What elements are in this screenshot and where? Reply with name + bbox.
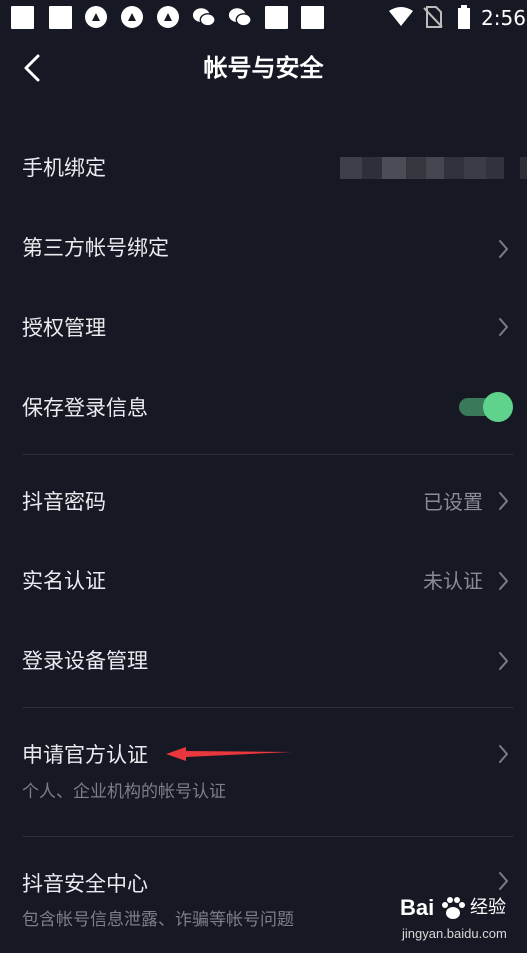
notification-square-icon [300,5,324,29]
watermark-logo: Bai [400,895,435,920]
chevron-right-icon [499,652,508,670]
verification-status: 未认证 [423,569,483,593]
row-third-party-binding[interactable]: 第三方帐号绑定 [0,208,527,288]
paw-icon [442,897,465,919]
page-title: 帐号与安全 [203,54,324,82]
wechat-icon [192,5,216,29]
row-real-name-verification[interactable]: 实名认证 未认证 [0,542,527,622]
row-label: 授权管理 [22,316,106,340]
account-security-screen: 2:56 帐号与安全 手机绑定 第三方帐号绑定 授权管理 保存登录信息 抖音密码… [0,0,527,953]
wifi-icon [389,5,413,29]
app-circle-icon [84,5,108,29]
row-subtitle: 包含帐号信息泄露、诈骗等帐号问题 [22,910,294,930]
chevron-right-icon [499,240,508,258]
row-label: 实名认证 [22,569,106,593]
divider [22,707,514,708]
row-save-login-info: 保存登录信息 [0,368,527,452]
watermark-url: jingyan.baidu.com [402,926,507,941]
notification-square-icon [264,5,288,29]
row-subtitle: 个人、企业机构的帐号认证 [22,782,226,802]
chevron-right-icon [499,745,508,763]
annotation-arrow [166,747,292,761]
row-login-device-management[interactable]: 登录设备管理 [0,622,527,702]
row-label: 手机绑定 [22,156,106,180]
watermark-cn: 经验 [470,897,506,918]
row-label: 申请官方认证 [22,743,148,767]
blurred-phone-number [340,157,527,179]
row-label: 抖音安全中心 [22,872,148,896]
row-douyin-password[interactable]: 抖音密码 已设置 [0,462,527,542]
wechat-icon [228,5,252,29]
toggle-knob [483,392,513,422]
divider [22,836,514,837]
battery-icon [452,5,476,29]
status-time: 2:56 [481,6,526,30]
chevron-right-icon [499,318,508,336]
row-label: 登录设备管理 [22,649,148,673]
chevron-right-icon [499,492,508,510]
app-circle-icon [156,5,180,29]
notification-square-icon [10,5,34,29]
baidu-watermark: Bai 经验 jingyan.baidu.com [400,893,524,949]
chevron-right-icon [499,572,508,590]
divider [22,454,514,455]
notification-square-icon [48,5,72,29]
nav-bar: 帐号与安全 [0,36,527,100]
status-bar: 2:56 [0,0,527,36]
password-status: 已设置 [423,490,483,514]
save-login-toggle[interactable] [459,392,515,422]
row-label: 保存登录信息 [22,396,148,420]
row-authorization-management[interactable]: 授权管理 [0,288,527,368]
row-official-certification[interactable]: 申请官方认证 个人、企业机构的帐号认证 [0,716,527,832]
no-sim-icon [421,5,445,29]
chevron-right-icon [499,872,508,890]
app-circle-icon [120,5,144,29]
row-label: 第三方帐号绑定 [22,236,169,260]
row-label: 抖音密码 [22,490,106,514]
